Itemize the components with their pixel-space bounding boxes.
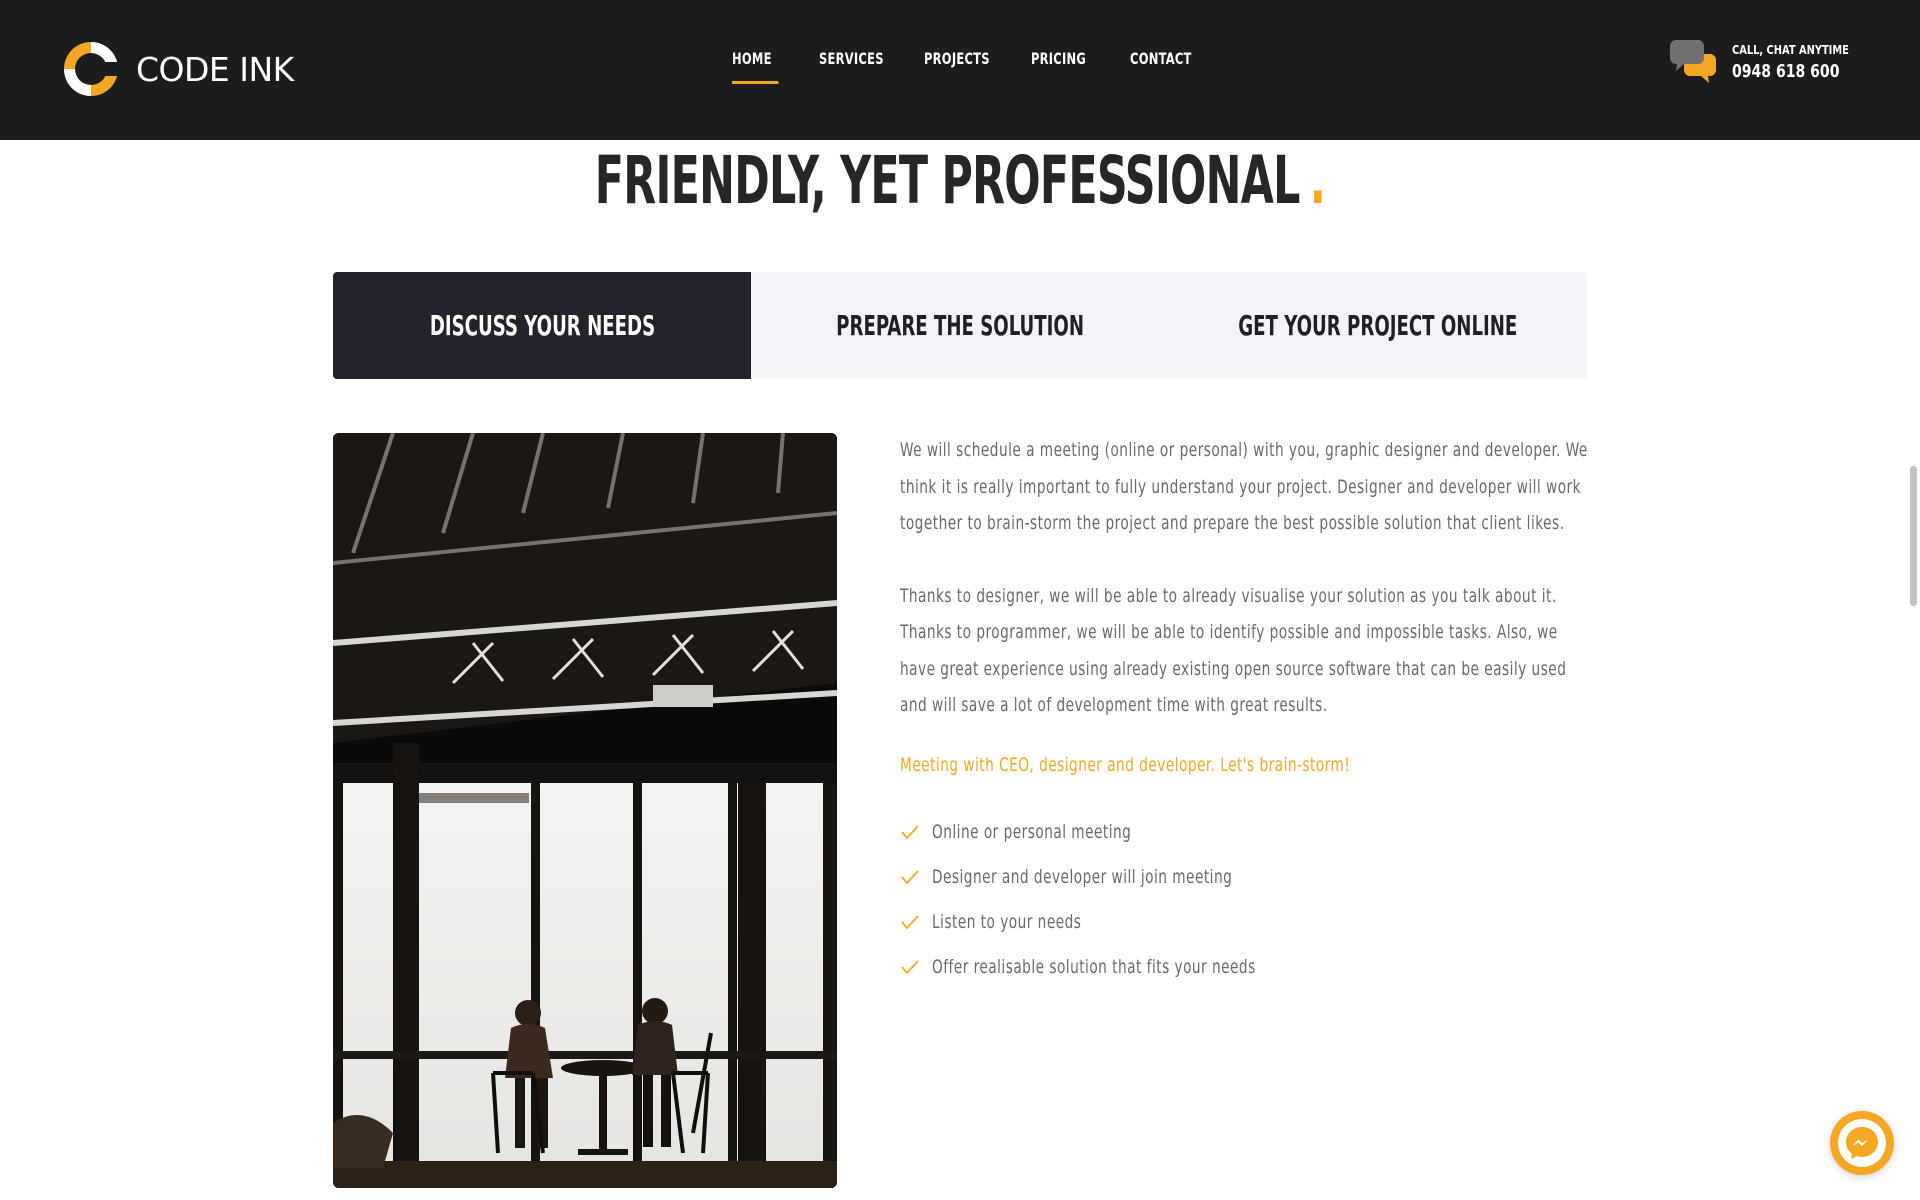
nav-contact[interactable]: CONTACT — [1130, 48, 1194, 84]
check-icon — [901, 960, 919, 975]
paragraph-meeting: We will schedule a meeting (online or pe… — [900, 439, 1588, 534]
list-item-label: Offer realisable solution that fits your… — [932, 956, 1256, 978]
nav-pricing[interactable]: PRICING — [1031, 48, 1087, 84]
tab-label: GET YOUR PROJECT ONLINE — [1238, 309, 1518, 342]
nav-projects[interactable]: PROJECTS — [924, 48, 990, 84]
section-title-text: FRIENDLY, YET PROFESSIONAL — [594, 142, 1301, 219]
header-contact[interactable]: CALL, CHAT ANYTIME 0948 618 600 — [1670, 38, 1875, 86]
logo-icon — [64, 42, 120, 96]
paragraph-designer: Thanks to designer, we will be able to a… — [900, 584, 1567, 717]
list-item: Offer realisable solution that fits your… — [900, 945, 1590, 990]
tab-discuss-your-needs[interactable]: DISCUSS YOUR NEEDS — [333, 272, 751, 379]
meeting-photo — [333, 433, 837, 1188]
messenger-button[interactable] — [1830, 1111, 1894, 1175]
list-item-label: Designer and developer will join meeting — [932, 866, 1233, 888]
messenger-icon — [1838, 1119, 1886, 1167]
tab-label: DISCUSS YOUR NEEDS — [429, 309, 655, 342]
checklist: Online or personal meeting Designer and … — [900, 810, 1590, 990]
list-item-label: Online or personal meeting — [932, 821, 1132, 843]
site-header: CODE INK HOME SERVICES PROJECTS PRICING … — [0, 0, 1920, 140]
contact-caption: CALL, CHAT ANYTIME — [1732, 42, 1849, 57]
main-nav: HOME SERVICES PROJECTS PRICING CONTACT — [732, 48, 1210, 84]
nav-home[interactable]: HOME — [732, 48, 779, 84]
logo[interactable]: CODE INK — [62, 40, 294, 98]
list-item: Listen to your needs — [900, 900, 1590, 945]
list-item: Designer and developer will join meeting — [900, 855, 1590, 900]
process-tabs: DISCUSS YOUR NEEDS PREPARE THE SOLUTION … — [333, 272, 1587, 379]
tab-label: PREPARE THE SOLUTION — [836, 309, 1084, 342]
page-scrollbar[interactable] — [1910, 466, 1917, 606]
highlight-text: Meeting with CEO, designer and developer… — [900, 753, 1351, 776]
meeting-photo-illustration — [333, 433, 837, 1188]
contact-text: CALL, CHAT ANYTIME 0948 618 600 — [1732, 43, 1875, 82]
contact-phone[interactable]: 0948 618 600 — [1732, 61, 1843, 82]
section-title: FRIENDLY, YET PROFESSIONAL. — [269, 142, 1651, 219]
list-item-label: Listen to your needs — [932, 911, 1082, 933]
section-title-dot: . — [1309, 142, 1326, 219]
nav-services[interactable]: SERVICES — [819, 48, 885, 84]
chat-bubbles-icon — [1670, 40, 1716, 83]
content-column: We will schedule a meeting (online or pe… — [900, 432, 1590, 990]
check-icon — [901, 915, 919, 930]
check-icon — [901, 825, 919, 840]
check-icon — [901, 870, 919, 885]
list-item: Online or personal meeting — [900, 810, 1590, 855]
tab-get-your-project-online[interactable]: GET YOUR PROJECT ONLINE — [1169, 272, 1587, 379]
logo-text: CODE INK — [136, 49, 294, 89]
tab-prepare-the-solution[interactable]: PREPARE THE SOLUTION — [751, 272, 1169, 379]
